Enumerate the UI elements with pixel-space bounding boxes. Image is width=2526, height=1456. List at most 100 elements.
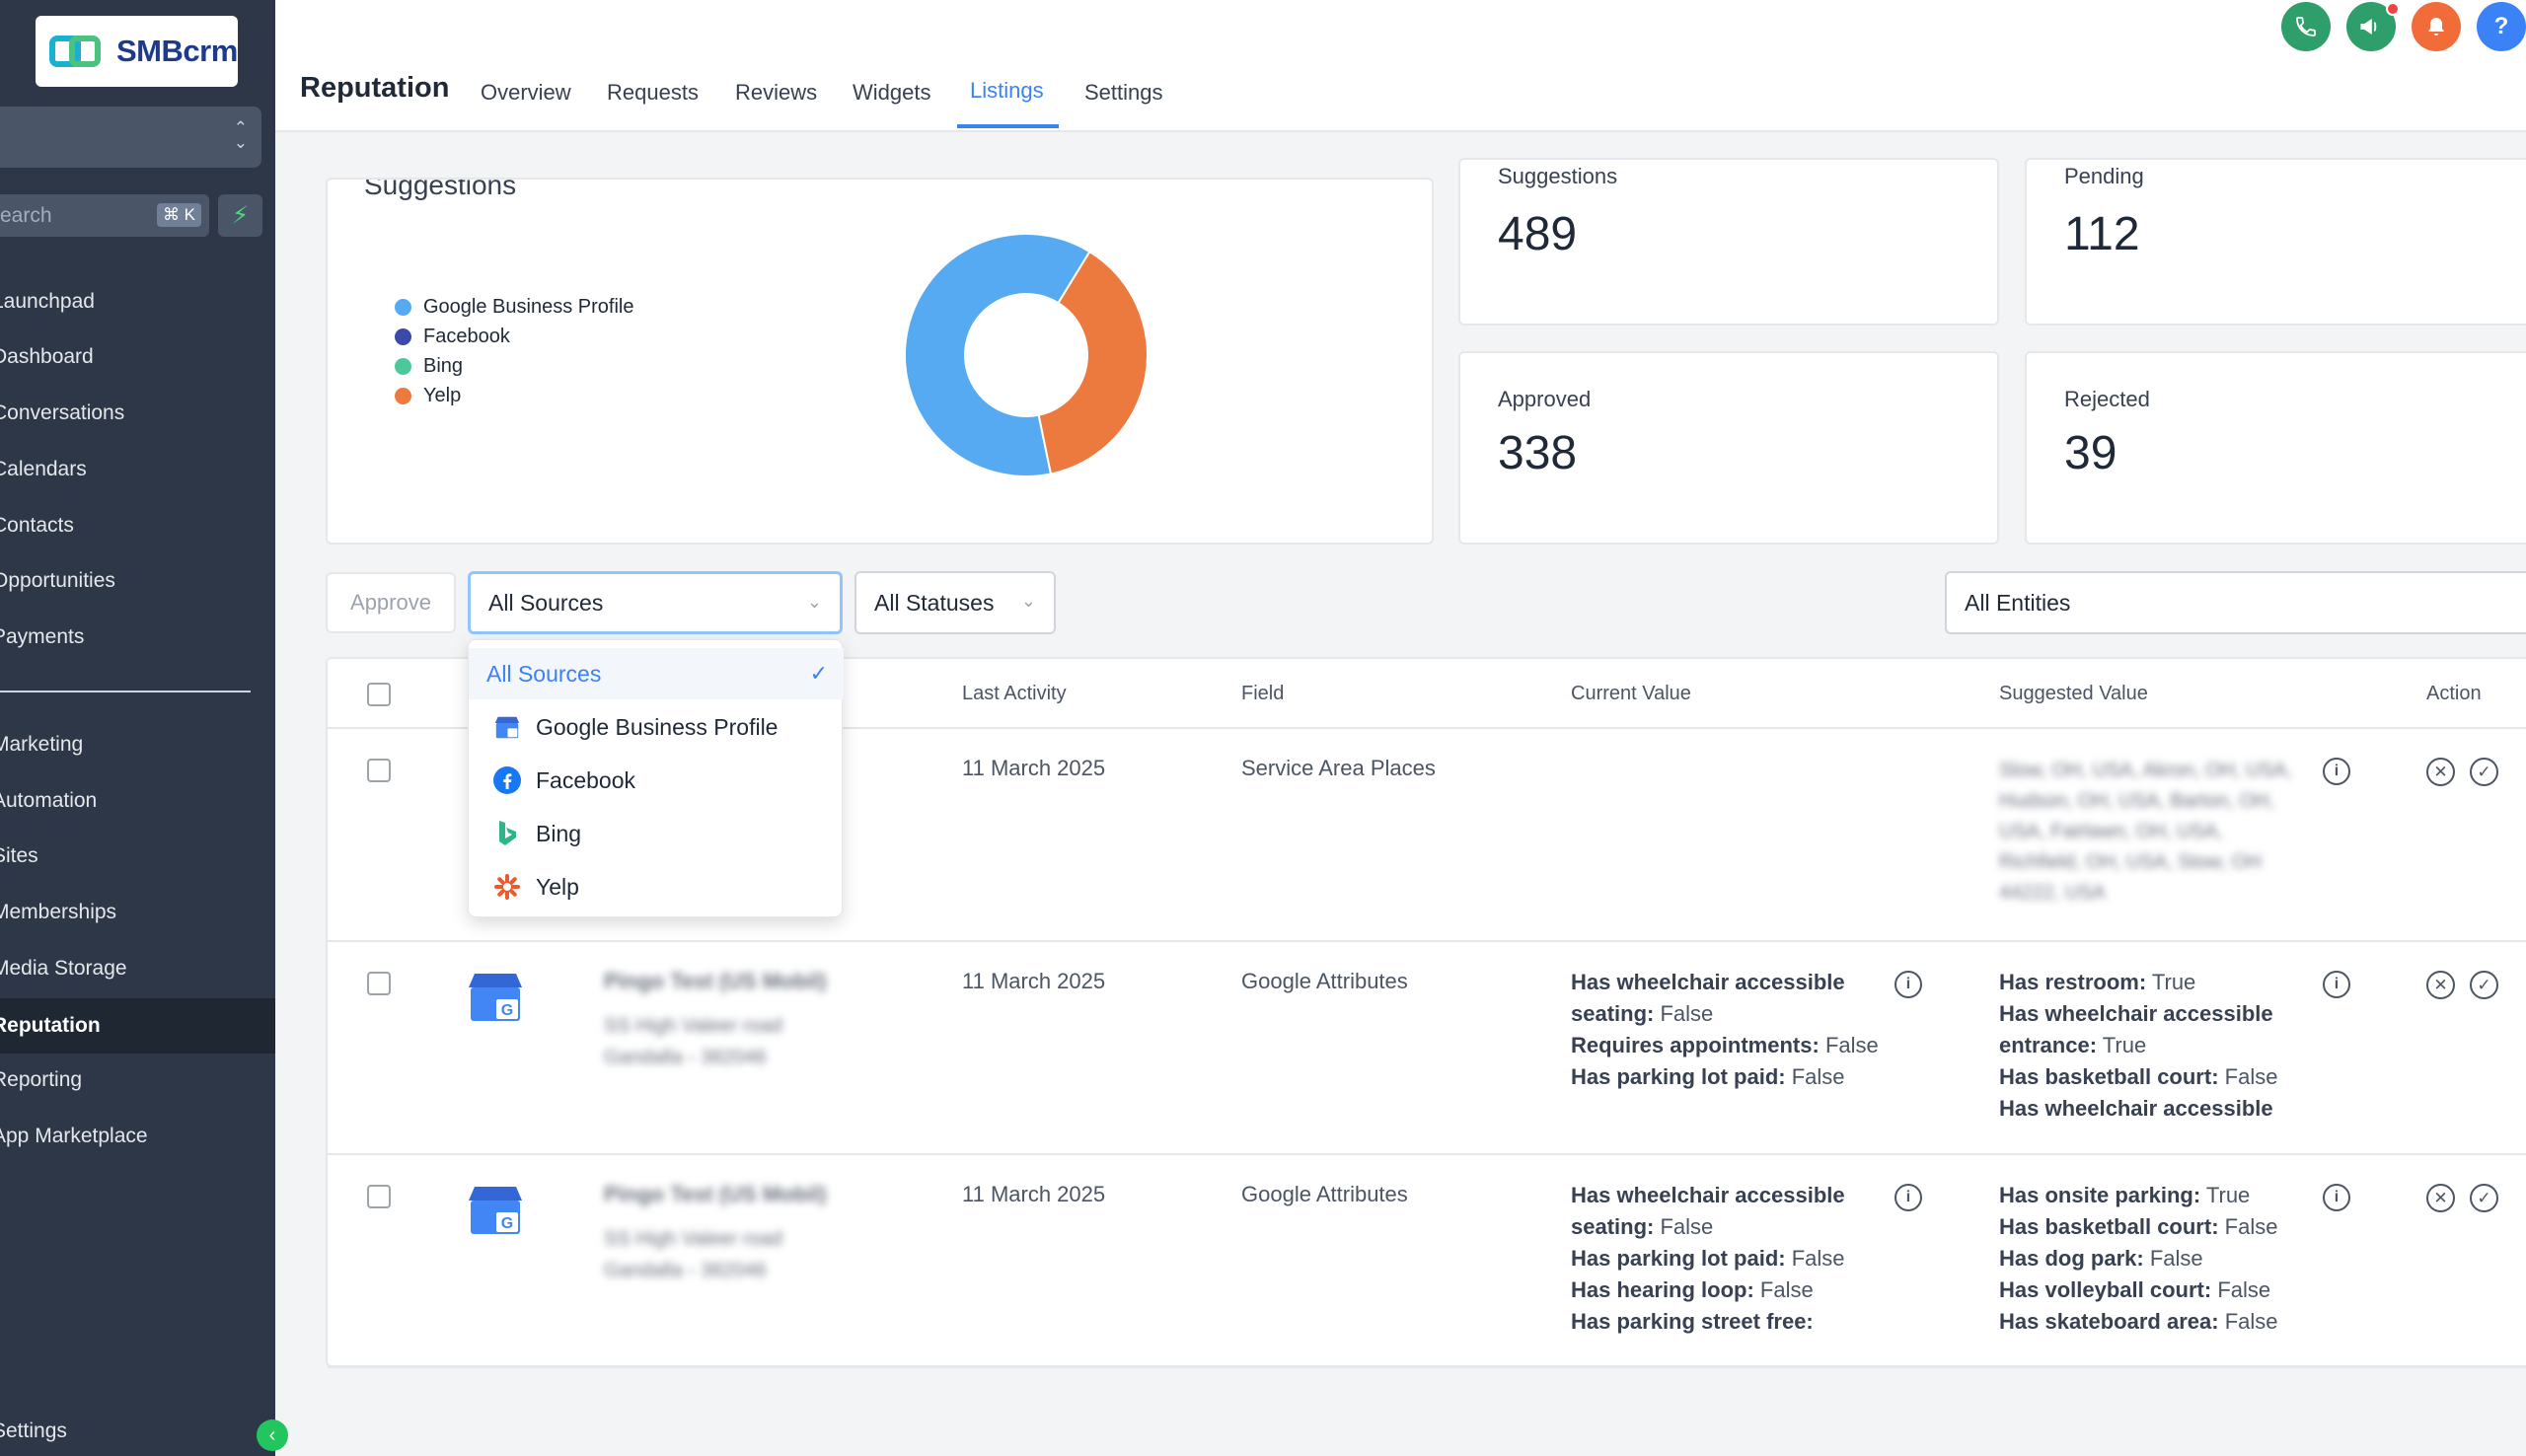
column-header-suggested-value[interactable]: Suggested Value (1999, 683, 2148, 705)
approve-button[interactable]: Approve (326, 572, 456, 633)
sidebar-item-calendars[interactable]: Calendars (0, 444, 275, 495)
legend-item[interactable]: Bing (395, 355, 463, 378)
column-header-current-value[interactable]: Current Value (1571, 683, 1691, 705)
sidebar-item-payments[interactable]: Payments (0, 612, 275, 663)
legend-item[interactable]: Facebook (395, 326, 510, 348)
phone-button[interactable] (2281, 2, 2331, 51)
reject-button[interactable]: ✕ (2426, 758, 2455, 786)
location-switcher[interactable]: ⌃ ⌄ (0, 107, 261, 168)
close-circle-icon: ✕ (2433, 975, 2448, 994)
attribute-key: Has skateboard area: (1999, 1309, 2219, 1334)
search-input[interactable]: earch ⌘ K (0, 194, 209, 237)
sidebar-item-label: Automation (0, 789, 98, 812)
dropdown-option-facebook[interactable]: Facebook (469, 755, 844, 806)
sidebar-item-label: Sites (0, 844, 38, 867)
current-value-cell: Has wheelchair accessible seating: False… (1571, 1180, 1887, 1338)
row-checkbox[interactable] (367, 972, 391, 995)
sidebar-item-automation[interactable]: Automation (0, 775, 275, 827)
sidebar-item-opportunities[interactable]: Opportunities (0, 555, 275, 607)
sidebar-item-reporting[interactable]: Reporting (0, 1055, 275, 1106)
donut-chart (904, 233, 1149, 477)
active-tab-indicator (957, 124, 1059, 128)
sources-select[interactable]: All Sources ⌄ (468, 571, 843, 634)
statuses-select[interactable]: All Statuses ⌄ (854, 571, 1056, 634)
info-icon[interactable]: i (1894, 971, 1922, 998)
suggested-value-cell: Has restroom: True Has wheelchair access… (1999, 967, 2305, 1125)
approve-row-button[interactable]: ✓ (2470, 971, 2498, 999)
chart-title: Suggestions (364, 178, 517, 200)
sidebar-item-app-marketplace[interactable]: App Marketplace (0, 1111, 275, 1162)
info-icon[interactable]: i (1894, 1184, 1922, 1211)
phone-icon (2296, 17, 2316, 36)
reject-button[interactable]: ✕ (2426, 1184, 2455, 1212)
approve-row-button[interactable]: ✓ (2470, 758, 2498, 786)
business-name-cell: Pingo Test (US Mobil) (604, 1182, 827, 1206)
chevron-down-icon: ⌄ (806, 592, 822, 612)
option-label: Bing (536, 820, 582, 846)
attribute-key: Has wheelchair accessible (1999, 1096, 2273, 1121)
info-icon[interactable]: i (2323, 1184, 2350, 1211)
info-icon[interactable]: i (2323, 971, 2350, 998)
sidebar-item-media-storage[interactable]: Media Storage (0, 943, 275, 994)
column-header-field[interactable]: Field (1241, 683, 1284, 705)
logo-icon (49, 33, 107, 70)
tab-settings[interactable]: Settings (1084, 80, 1163, 106)
dropdown-option-all-sources[interactable]: All Sources ✓ (469, 648, 844, 699)
brand-logo[interactable]: SMBcrm (36, 16, 238, 87)
stat-value: 489 (1498, 208, 1578, 260)
last-activity-cell: 11 March 2025 (962, 969, 1106, 993)
sidebar-item-dashboard[interactable]: Dashboard (0, 331, 275, 383)
option-label: Yelp (536, 873, 579, 900)
close-circle-icon: ✕ (2433, 1188, 2448, 1207)
help-button[interactable]: ? (2477, 2, 2526, 51)
tab-widgets[interactable]: Widgets (853, 80, 930, 106)
sidebar-item-sites[interactable]: Sites (0, 831, 275, 882)
attribute-value: True (2102, 1033, 2147, 1057)
gbp-icon (492, 712, 522, 742)
tab-overview[interactable]: Overview (481, 80, 571, 106)
entities-select[interactable]: All Entities (1945, 571, 2526, 634)
legend-label: Google Business Profile (423, 296, 634, 318)
select-all-checkbox[interactable] (367, 683, 391, 706)
dropdown-option-yelp[interactable]: Yelp (469, 861, 844, 912)
stat-label: Rejected (2064, 387, 2150, 411)
sidebar-item-conversations[interactable]: Conversations (0, 388, 275, 439)
legend-label: Yelp (423, 385, 462, 406)
sidebar-item-label: Conversations (0, 401, 125, 424)
row-checkbox[interactable] (367, 1185, 391, 1208)
sidebar-item-launchpad[interactable]: Launchpad (0, 276, 275, 328)
sidebar-item-contacts[interactable]: Contacts (0, 500, 275, 551)
tab-reviews[interactable]: Reviews (735, 80, 817, 106)
notifications-button[interactable] (2412, 2, 2461, 51)
legend-label: Facebook (423, 326, 510, 347)
page-title: Reputation (300, 72, 450, 104)
quick-actions-button[interactable]: ⚡ (218, 194, 262, 237)
collapse-sidebar-button[interactable]: ‹ (257, 1420, 288, 1451)
info-icon[interactable]: i (2323, 758, 2350, 785)
stat-card-approved: Approved 338 (1458, 351, 1999, 545)
option-label: All Sources (486, 660, 602, 687)
sidebar-item-marketing[interactable]: Marketing (0, 719, 275, 770)
business-address-cell: SS High Valeer road Gandalla - 382046 (604, 1228, 782, 1281)
dropdown-option-google-business-profile[interactable]: Google Business Profile (469, 701, 844, 753)
chevron-down-icon: ⌄ (1020, 591, 1036, 611)
legend-item[interactable]: Yelp (395, 385, 461, 407)
dropdown-option-bing[interactable]: Bing (469, 808, 844, 859)
suggested-value-cell: Has onsite parking: True Has basketball … (1999, 1180, 2305, 1338)
field-cell: Google Attributes (1241, 969, 1408, 993)
reject-button[interactable]: ✕ (2426, 971, 2455, 999)
field-cell: Google Attributes (1241, 1182, 1408, 1206)
search-shortcut-badge: ⌘ K (156, 203, 201, 227)
attribute-value: True (2205, 1183, 2251, 1207)
tab-listings[interactable]: Listings (970, 78, 1044, 104)
legend-swatch (395, 388, 411, 404)
column-header-last-activity[interactable]: Last Activity (962, 683, 1067, 705)
sidebar-item-settings[interactable]: Settings (0, 1406, 275, 1456)
row-checkbox[interactable] (367, 759, 391, 782)
sidebar-item-reputation[interactable]: Reputation (0, 998, 275, 1054)
legend-item[interactable]: Google Business Profile (395, 296, 633, 319)
tab-requests[interactable]: Requests (607, 80, 699, 106)
approve-row-button[interactable]: ✓ (2470, 1184, 2498, 1212)
sidebar-item-label: Contacts (0, 514, 74, 537)
sidebar-item-memberships[interactable]: Memberships (0, 887, 275, 938)
